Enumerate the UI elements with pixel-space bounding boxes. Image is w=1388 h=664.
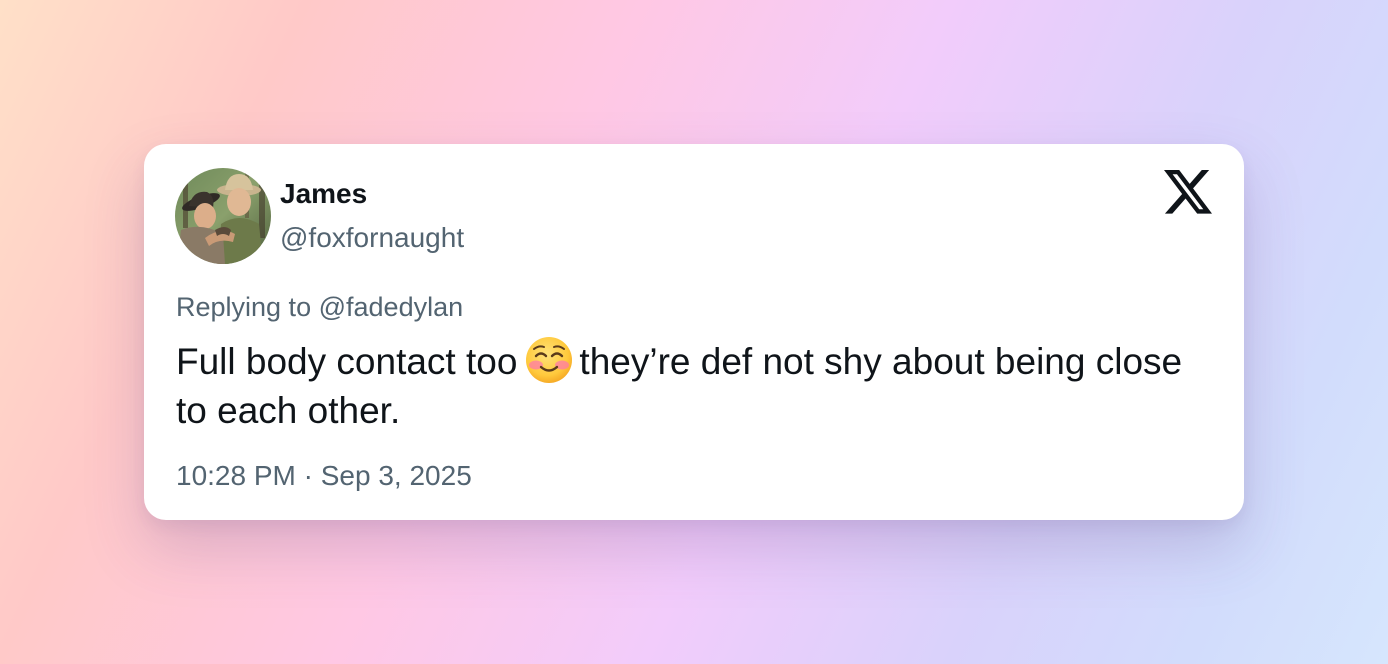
- user-handle[interactable]: @foxfornaught: [280, 220, 464, 256]
- replying-to-handle[interactable]: @fadedylan: [319, 292, 464, 322]
- replying-to-label: Replying to: [176, 292, 312, 322]
- smiling-face-with-blushing-cheeks-emoji: [526, 337, 573, 383]
- avatar[interactable]: [175, 168, 271, 264]
- tweet-card: James @foxfornaught Replying to @fadedyl…: [144, 144, 1244, 520]
- display-name[interactable]: James: [280, 176, 367, 212]
- tweet-timestamp[interactable]: 10:28 PM · Sep 3, 2025: [176, 458, 472, 494]
- tweet-text: Full body contact too they’re def not sh…: [176, 336, 1216, 435]
- x-logo-icon[interactable]: [1164, 170, 1212, 214]
- tweet-date: Sep 3, 2025: [320, 460, 472, 491]
- tweet-time: 10:28 PM: [176, 460, 296, 491]
- tweet-text-part-1: Full body contact too: [176, 341, 518, 382]
- replying-to-line: Replying to @fadedylan: [176, 290, 463, 324]
- avatar-photo: [175, 168, 271, 264]
- timestamp-separator: ·: [303, 460, 313, 491]
